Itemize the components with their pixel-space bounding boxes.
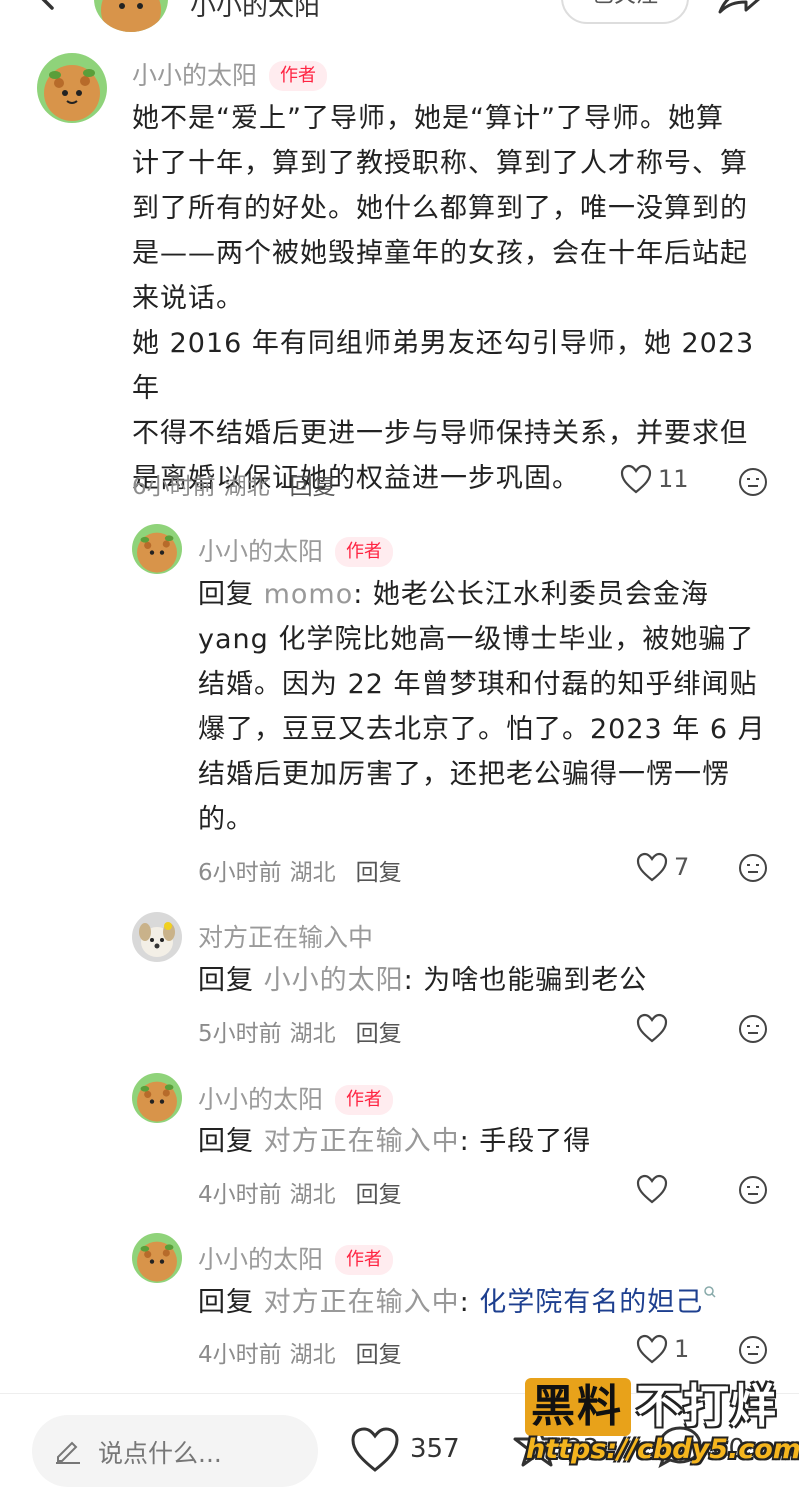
- comment-meta: 4小时前 湖北 回复: [198, 1175, 402, 1209]
- comment-line: 的。: [198, 804, 254, 835]
- comment-location: 湖北: [289, 1021, 336, 1047]
- comment-line: : 她老公长江水利委员会金海: [353, 579, 709, 610]
- author-badge: 作者: [335, 1085, 394, 1115]
- reply-button[interactable]: 回复: [356, 1182, 402, 1208]
- reply-prefix: 回复: [198, 1287, 254, 1318]
- comment-location: 湖北: [223, 474, 270, 500]
- emoji-reaction-icon[interactable]: [738, 853, 768, 883]
- comment-time: 4小时前: [198, 1182, 282, 1208]
- comment-meta: 5小时前 湖北 回复: [198, 1014, 402, 1048]
- comment-time: 6小时前: [198, 860, 282, 886]
- reply-prefix: 回复: [198, 1126, 254, 1157]
- avatar[interactable]: [37, 53, 107, 123]
- heart-icon: [620, 464, 652, 494]
- comment-body: 回复 小小的太阳: 为啥也能骗到老公: [198, 958, 778, 1003]
- comment-body: 回复 momo: 她老公长江水利委员会金海 yang 化学院比她高一级博士毕业，…: [198, 572, 778, 842]
- comment-line: : 手段了得: [459, 1126, 592, 1157]
- comment-time: 4小时前: [198, 1342, 282, 1368]
- author-name[interactable]: 小小的太阳: [198, 1245, 323, 1274]
- comment-line: : 为啥也能骗到老公: [403, 965, 648, 996]
- comment-body: 回复 对方正在输入中: 化学院有名的妲己: [198, 1280, 778, 1325]
- comment-author[interactable]: 小小的太阳 作者: [198, 1080, 394, 1116]
- reply-target[interactable]: 小小的太阳: [264, 965, 404, 996]
- comment-author[interactable]: 小小的太阳 作者: [198, 1240, 394, 1276]
- like-button[interactable]: 11: [620, 464, 689, 494]
- reply-button[interactable]: 回复: [356, 860, 402, 886]
- comment-body: 她不是“爱上”了导师，她是“算计”了导师。她算 计了十年，算到了教授职称、算到了…: [132, 96, 782, 501]
- comment-time: 6小时前: [132, 474, 216, 500]
- highlight-search-link[interactable]: 化学院有名的妲己: [479, 1287, 703, 1318]
- avatar[interactable]: [132, 1233, 182, 1283]
- comment-sep: :: [459, 1287, 480, 1318]
- comment-line: 她不是“爱上”了导师，她是“算计”了导师。她算: [132, 103, 724, 134]
- heart-icon: [636, 1334, 668, 1364]
- comment-line: 爆了，豆豆又去北京了。怕了。2023 年 6 月: [198, 714, 766, 745]
- like-button[interactable]: 7: [636, 852, 689, 882]
- heart-icon: [636, 1174, 668, 1204]
- reply-target[interactable]: momo: [264, 579, 354, 610]
- comment-line: 来说话。: [132, 283, 244, 314]
- page-title: 小小的太阳: [190, 0, 321, 22]
- reply-prefix: 回复: [198, 579, 254, 610]
- comment-line: 到了所有的好处。她什么都算到了，唯一没算到的: [132, 193, 748, 224]
- emoji-reaction-icon[interactable]: [738, 1014, 768, 1044]
- reply-button[interactable]: 回复: [356, 1021, 402, 1047]
- comment-line: 计了十年，算到了教授职称、算到了人才称号、算: [132, 148, 748, 179]
- comment-line: 她 2016 年有同组师弟男友还勾引导师，她 2023 年: [132, 328, 755, 404]
- heart-icon: [636, 1013, 668, 1043]
- like-button[interactable]: [636, 1174, 668, 1204]
- heart-icon[interactable]: [350, 1426, 400, 1474]
- author-name[interactable]: 小小的太阳: [198, 1085, 323, 1114]
- comment-time: 5小时前: [198, 1021, 282, 1047]
- avatar[interactable]: [132, 912, 182, 962]
- comment-author[interactable]: 小小的太阳 作者: [132, 56, 328, 92]
- reply-target[interactable]: 对方正在输入中: [264, 1287, 460, 1318]
- reply-target[interactable]: 对方正在输入中: [264, 1126, 460, 1157]
- comment-body: 回复 对方正在输入中: 手段了得: [198, 1119, 778, 1164]
- comment-location: 湖北: [289, 860, 336, 886]
- reply-button[interactable]: 回复: [290, 474, 336, 500]
- emoji-reaction-icon[interactable]: [738, 467, 768, 497]
- avatar[interactable]: [132, 1073, 182, 1123]
- emoji-reaction-icon[interactable]: [738, 1175, 768, 1205]
- comment-line: 结婚。因为 22 年曾梦琪和付磊的知乎绯闻贴: [198, 669, 758, 700]
- like-count: 7: [674, 853, 690, 881]
- comment-author[interactable]: 对方正在输入中: [198, 918, 373, 954]
- emoji-reaction-icon[interactable]: [738, 1335, 768, 1365]
- comment-line: yang 化学院比她高一级博士毕业，被她骗了: [198, 624, 755, 655]
- like-count: 1: [674, 1335, 690, 1363]
- comment-location: 湖北: [289, 1342, 336, 1368]
- comment-meta: 4小时前 湖北 回复: [198, 1335, 402, 1369]
- like-button[interactable]: [636, 1013, 668, 1043]
- avatar[interactable]: [132, 524, 182, 574]
- comment-author[interactable]: 小小的太阳 作者: [198, 532, 394, 568]
- comment-input-placeholder[interactable]: 说点什么...: [98, 1434, 222, 1470]
- share-icon[interactable]: [716, 0, 762, 18]
- like-count: 357: [410, 1434, 460, 1464]
- like-count: 11: [658, 465, 689, 493]
- author-name[interactable]: 对方正在输入中: [198, 923, 373, 952]
- heart-icon: [636, 852, 668, 882]
- watermark-text: 黑料: [531, 1381, 623, 1432]
- author-name[interactable]: 小小的太阳: [198, 537, 323, 566]
- search-icon[interactable]: [703, 1285, 717, 1299]
- reply-prefix: 回复: [198, 965, 254, 996]
- reply-button[interactable]: 回复: [356, 1342, 402, 1368]
- author-badge: 作者: [335, 1245, 394, 1275]
- like-button[interactable]: 1: [636, 1334, 689, 1364]
- watermark-text: 不打烊: [636, 1379, 777, 1433]
- comment-line: 是——两个被她毁掉童年的女孩，会在十年后站起: [132, 238, 748, 269]
- author-badge: 作者: [335, 537, 394, 567]
- back-arrow-icon[interactable]: [30, 0, 60, 10]
- author-name[interactable]: 小小的太阳: [132, 61, 257, 90]
- comment-meta: 6小时前 湖北 回复: [198, 853, 402, 887]
- author-badge: 作者: [269, 61, 328, 91]
- pencil-icon: [56, 1441, 80, 1464]
- comment-line: 结婚后更加厉害了，还把老公骗得一愣一愣: [198, 759, 730, 790]
- comment-location: 湖北: [289, 1182, 336, 1208]
- watermark-url: https://cbdy5.com: [526, 1434, 799, 1465]
- follow-button[interactable]: 已关注: [561, 0, 689, 24]
- comment-meta: 6小时前 湖北 回复: [132, 467, 336, 501]
- comment-line: 不得不结婚后更进一步与导师保持关系，并要求但: [132, 418, 748, 449]
